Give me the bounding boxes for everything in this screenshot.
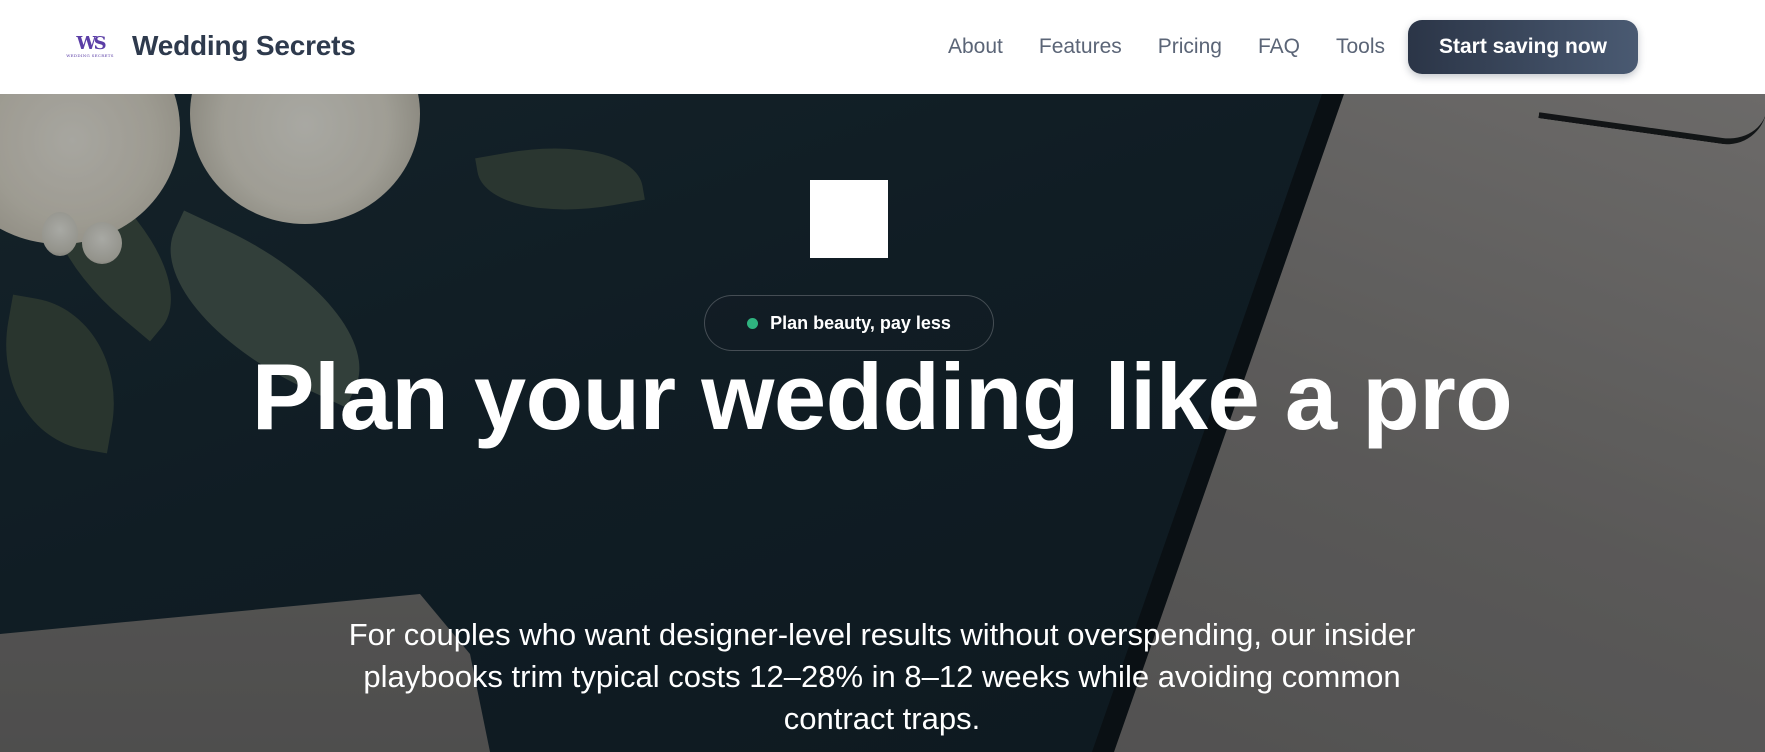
brand[interactable]: WS WEDDING SECRETS Wedding Secrets	[66, 28, 356, 64]
hero-headline: Plan your wedding like a pro	[251, 344, 1513, 449]
hero-subtext: For couples who want designer-level resu…	[348, 617, 1416, 736]
nav-about[interactable]: About	[948, 35, 1003, 59]
logo-text: WEDDING SECRETS	[66, 52, 114, 58]
hero-section: Plan beauty, pay less Plan your wedding …	[0, 94, 1765, 752]
logo-icon[interactable]: WS WEDDING SECRETS	[66, 28, 113, 64]
logo-monogram: WS	[76, 32, 106, 54]
hero-badge: Plan beauty, pay less	[704, 295, 994, 351]
brand-name[interactable]: Wedding Secrets	[132, 30, 356, 62]
start-saving-button[interactable]: Start saving now	[1408, 20, 1638, 74]
site-header: WS WEDDING SECRETS Wedding Secrets About…	[0, 0, 1765, 94]
hero-badge-label: Plan beauty, pay less	[770, 312, 951, 333]
white-square-icon	[810, 180, 888, 258]
status-dot-icon	[747, 317, 759, 329]
nav-tools[interactable]: Tools	[1336, 35, 1385, 59]
nav-pricing[interactable]: Pricing	[1158, 35, 1222, 59]
nav-faq[interactable]: FAQ	[1258, 35, 1300, 59]
nav-features[interactable]: Features	[1039, 35, 1122, 59]
main-nav: About Features Pricing FAQ Tools	[948, 0, 1385, 94]
